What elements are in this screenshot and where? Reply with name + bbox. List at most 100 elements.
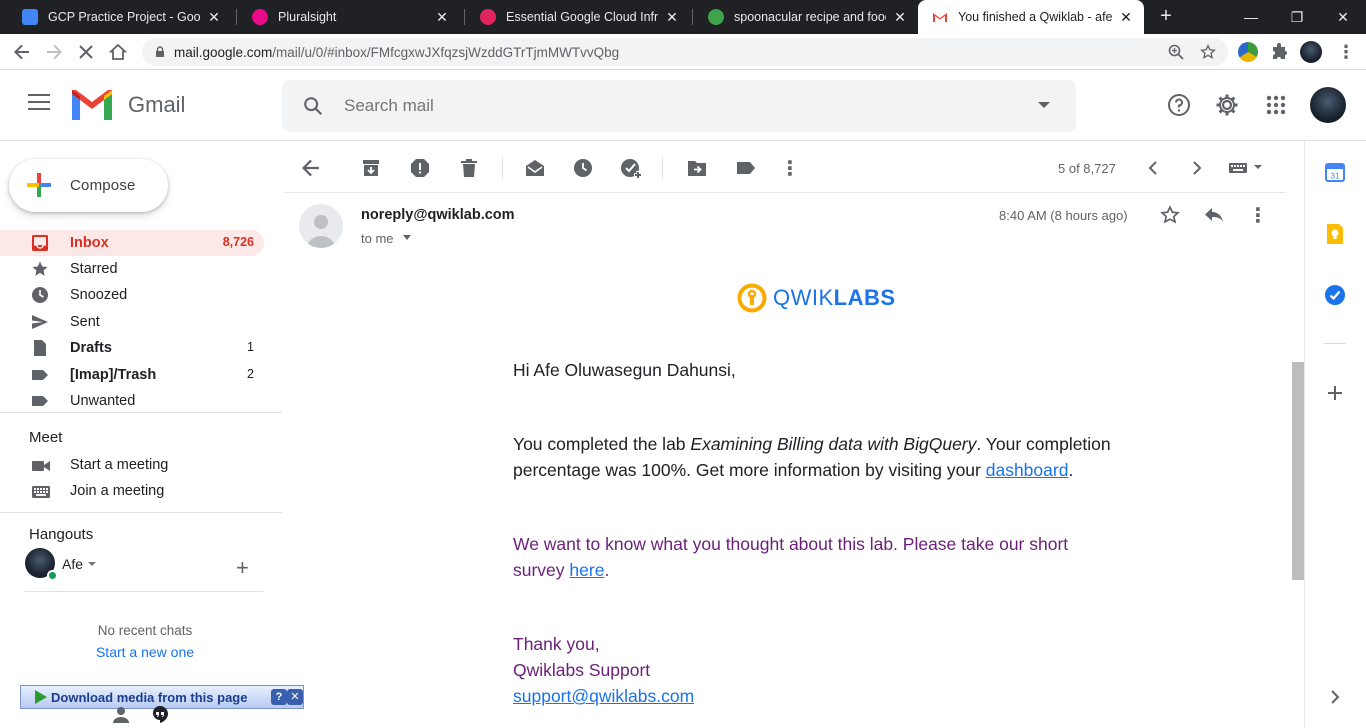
close-icon[interactable]: ✕ [664,9,680,26]
profile-avatar[interactable] [1300,41,1322,63]
hangouts-icon[interactable] [150,705,170,723]
divider [0,412,282,413]
browser-tab-spoonacular[interactable]: spoonacular recipe and food API ✕ [694,0,918,34]
chevron-right-icon[interactable] [1324,686,1346,708]
add-to-tasks-button[interactable] [620,157,642,179]
gmail-icon [932,9,948,25]
reply-icon [1205,208,1223,222]
tasks-icon[interactable] [1324,284,1346,306]
archive-button[interactable] [360,157,382,179]
hangouts-user[interactable]: Afe [25,548,265,581]
gear-icon[interactable] [1215,93,1239,117]
qwiklabs-logo[interactable]: QWIKLABS [737,282,896,314]
browser-tab-pluralsight[interactable]: Pluralsight ✕ [238,0,460,34]
star-button[interactable] [1159,204,1181,226]
report-spam-button[interactable] [409,157,431,179]
draft-icon [34,340,46,356]
sidebar-item-imap-trash[interactable]: [Imap]/Trash 2 [0,362,264,388]
account-avatar[interactable] [1310,87,1346,123]
delete-button[interactable] [458,157,480,179]
add-addon-icon[interactable] [1324,382,1346,404]
move-to-folder-icon [688,161,706,176]
compose-button[interactable]: Compose [9,159,168,212]
sidebar-item-label: Sent [70,314,100,330]
apps-grid-icon[interactable] [1264,93,1288,117]
dashboard-link[interactable]: dashboard [986,460,1069,480]
show-details-icon[interactable] [403,235,411,240]
browser-menu-icon[interactable]: ⋮ [1334,40,1358,64]
survey-link[interactable]: here [569,560,604,580]
reply-button[interactable] [1203,204,1225,226]
join-meeting-button[interactable]: Join a meeting [0,479,270,505]
home-button[interactable] [106,40,130,64]
arrow-left-icon [302,159,319,177]
browser-tab-gcp-practice[interactable]: GCP Practice Project - Google D ✕ [8,0,232,34]
gmail-logo-icon[interactable] [72,90,112,120]
pluralsight-icon [252,9,268,25]
mark-unread-button[interactable] [524,157,546,179]
sidebar-item-starred[interactable]: Starred [0,256,264,282]
paragraph-text: You completed the lab [513,434,691,454]
labels-button[interactable] [735,157,757,179]
close-icon[interactable]: ✕ [1118,9,1134,26]
qwiklabs-logo-icon [737,283,767,313]
sidebar-item-sent[interactable]: Sent [0,309,264,335]
sidebar-item-label: [Imap]/Trash [70,367,157,383]
more-options-icon[interactable]: ⋮ [779,157,801,180]
add-chat-icon[interactable]: + [236,555,249,581]
snooze-button[interactable] [572,157,594,179]
url-text: mail.google.com/mail/u/0/#inbox/FMfcgxwJ… [174,45,619,60]
message-more-icon[interactable]: ⋮ [1247,204,1269,227]
help-icon[interactable]: ? [271,689,287,705]
sidebar-item-inbox[interactable]: Inbox 8,726 [0,230,264,256]
calendar-icon[interactable]: 31 [1324,161,1346,183]
window-close-button[interactable]: ✕ [1320,0,1366,34]
extension-globe-icon[interactable] [1238,42,1258,62]
scrollbar-thumb[interactable] [1292,362,1304,580]
stop-loading-button[interactable] [74,40,98,64]
restore-button[interactable]: ❐ [1274,0,1320,34]
close-icon[interactable]: ✕ [434,9,450,26]
sidebar-item-snoozed[interactable]: Snoozed [0,282,264,308]
chevron-down-icon[interactable] [88,562,96,566]
zoom-icon[interactable] [1166,42,1186,62]
older-message-button[interactable] [1186,157,1208,179]
message-pager: 5 of 8,727 [1058,161,1116,176]
close-icon[interactable]: ✕ [287,689,303,705]
sender-email[interactable]: noreply@qwiklab.com [361,207,515,223]
browser-tab-coursera[interactable]: Essential Google Cloud Infrastru ✕ [466,0,690,34]
back-button[interactable] [10,40,34,64]
bookmark-star-icon[interactable] [1198,42,1218,62]
search-input[interactable] [344,92,1004,120]
main-menu-icon[interactable] [28,94,50,112]
sender-avatar[interactable] [299,204,343,248]
tab-separator [692,9,693,25]
sidebar-item-unwanted[interactable]: Unwanted [0,388,264,414]
close-icon[interactable]: ✕ [892,9,908,26]
browser-tab-gmail[interactable]: You finished a Qwiklab - afexzy ✕ [918,0,1144,34]
search-icon[interactable] [302,95,324,117]
input-tools-button[interactable] [1226,157,1266,179]
forward-button[interactable] [42,40,66,64]
close-icon[interactable]: ✕ [206,9,222,26]
start-meeting-button[interactable]: Start a meeting [0,453,270,479]
lab-name: Examining Billing data with BigQuery [690,434,977,454]
newer-message-button[interactable] [1142,157,1164,179]
minimize-button[interactable]: — [1228,0,1274,34]
search-bar[interactable] [282,80,1076,132]
signature-team: Qwiklabs Support [513,660,651,680]
address-bar[interactable]: mail.google.com/mail/u/0/#inbox/FMfcgxwJ… [142,38,1228,66]
new-tab-button[interactable]: + [1154,4,1178,28]
sidebar-item-drafts[interactable]: Drafts 1 [0,335,264,361]
send-icon [32,315,48,329]
person-icon[interactable] [111,705,131,723]
search-options-icon[interactable] [1038,102,1050,108]
move-to-button[interactable] [686,157,708,179]
start-new-chat-link[interactable]: Start a new one [0,644,290,660]
keep-icon[interactable] [1324,223,1346,245]
back-to-inbox-button[interactable] [300,157,322,179]
support-email-link[interactable]: support@qwiklabs.com [513,686,694,706]
help-icon[interactable] [1167,93,1191,117]
url-host: mail.google.com [174,44,273,60]
puzzle-icon[interactable] [1270,42,1290,62]
